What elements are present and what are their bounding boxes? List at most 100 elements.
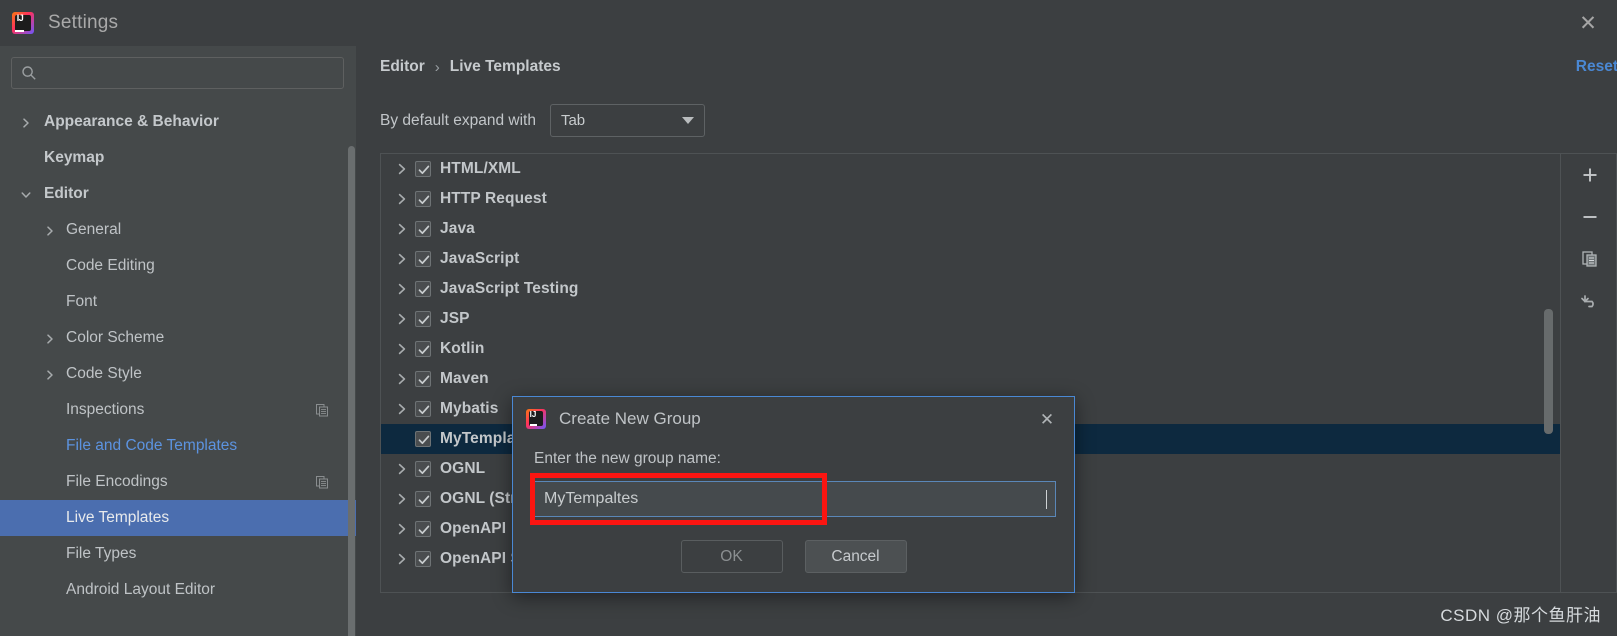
search-input[interactable]	[37, 65, 343, 81]
tree-row-html-xml[interactable]: HTML/XML	[381, 154, 1560, 184]
tree-row-checkbox[interactable]	[415, 461, 431, 477]
chevron-right-icon[interactable]	[395, 252, 409, 266]
sidebar-item-live-templates[interactable]: Live Templates	[0, 500, 356, 536]
group-name-field[interactable]	[534, 481, 1056, 517]
sidebar-item-file-and-code-templates[interactable]: File and Code Templates	[0, 428, 356, 464]
breadcrumb-parent[interactable]: Editor	[380, 58, 425, 76]
tree-row-java[interactable]: Java	[381, 214, 1560, 244]
tree-row-checkbox[interactable]	[415, 401, 431, 417]
tree-row-checkbox[interactable]	[415, 341, 431, 357]
copy-settings-icon[interactable]	[315, 403, 329, 417]
create-new-group-dialog: IJ Create New Group ✕ Enter the new grou…	[512, 396, 1075, 593]
tree-row-checkbox[interactable]	[415, 251, 431, 267]
tree-row-http-request[interactable]: HTTP Request	[381, 184, 1560, 214]
tree-row-checkbox[interactable]	[415, 371, 431, 387]
sidebar-item-inspections[interactable]: Inspections	[0, 392, 356, 428]
tree-row-checkbox[interactable]	[415, 281, 431, 297]
sidebar-item-keymap[interactable]: Keymap	[0, 140, 356, 176]
check-icon	[418, 225, 430, 235]
tree-row-checkbox[interactable]	[415, 221, 431, 237]
sidebar-item-general[interactable]: General	[0, 212, 356, 248]
chevron-right-icon[interactable]	[44, 224, 56, 236]
chevron-right-icon[interactable]	[395, 462, 409, 476]
chevron-right-icon[interactable]	[395, 522, 409, 536]
tree-row-checkbox[interactable]	[415, 521, 431, 537]
text-caret	[1046, 489, 1047, 509]
sidebar-item-android-layout-editor[interactable]: Android Layout Editor	[0, 572, 356, 608]
chevron-right-icon[interactable]	[395, 282, 409, 296]
revert-button[interactable]	[1561, 280, 1617, 322]
check-icon	[418, 315, 430, 325]
tree-row-checkbox[interactable]	[415, 191, 431, 207]
chevron-right-icon[interactable]	[44, 368, 56, 380]
check-icon	[418, 555, 430, 565]
expand-with-row: By default expand with Tab	[380, 104, 705, 137]
sidebar-item-label: File Types	[66, 545, 137, 562]
tree-row-checkbox[interactable]	[415, 311, 431, 327]
add-button[interactable]	[1561, 154, 1617, 196]
chevron-right-icon[interactable]	[395, 312, 409, 326]
chevron-right-icon[interactable]	[395, 552, 409, 566]
tree-row-javascript[interactable]: JavaScript	[381, 244, 1560, 274]
chevron-right-icon[interactable]	[395, 162, 409, 176]
tree-toolbar	[1560, 153, 1617, 593]
chevron-right-icon	[47, 370, 53, 380]
ok-button[interactable]: OK	[680, 540, 783, 573]
group-name-input[interactable]	[535, 490, 1046, 508]
chevron-right-icon[interactable]	[395, 192, 409, 206]
close-icon[interactable]: ✕	[1573, 8, 1603, 38]
sidebar-item-editor[interactable]: Editor	[0, 176, 356, 212]
tree-row-javascript-testing[interactable]: JavaScript Testing	[381, 274, 1560, 304]
tree-scrollbar[interactable]	[1544, 309, 1553, 434]
tree-row-checkbox[interactable]	[415, 161, 431, 177]
sidebar-scrollbar[interactable]	[348, 146, 355, 636]
dialog-close-icon[interactable]: ✕	[1036, 409, 1058, 431]
expand-with-select[interactable]: Tab	[549, 104, 705, 137]
chevron-right-icon[interactable]	[395, 402, 409, 416]
chevron-right-icon[interactable]	[395, 342, 409, 356]
tree-row-checkbox[interactable]	[415, 551, 431, 567]
sidebar-item-code-style[interactable]: Code Style	[0, 356, 356, 392]
sidebar-item-label: Editor	[44, 185, 89, 202]
search-icon	[21, 65, 37, 81]
sidebar-item-font[interactable]: Font	[0, 284, 356, 320]
title-bar: IJ Settings ✕	[0, 0, 1617, 46]
chevron-right-icon[interactable]	[395, 222, 409, 236]
watermark: CSDN @那个鱼肝油	[1440, 606, 1601, 625]
tree-row-checkbox[interactable]	[415, 431, 431, 447]
remove-button[interactable]	[1561, 196, 1617, 238]
tree-row-checkbox[interactable]	[415, 491, 431, 507]
chevron-down-icon[interactable]	[20, 188, 32, 200]
sidebar-item-code-editing[interactable]: Code Editing	[0, 248, 356, 284]
check-icon	[418, 285, 430, 295]
search-box[interactable]	[11, 57, 344, 89]
check-icon	[418, 495, 430, 505]
sidebar-item-file-types[interactable]: File Types	[0, 536, 356, 572]
sidebar-item-label: Code Style	[66, 365, 142, 382]
tree-row-jsp[interactable]: JSP	[381, 304, 1560, 334]
tree-row-kotlin[interactable]: Kotlin	[381, 334, 1560, 364]
chevron-right-icon[interactable]	[395, 492, 409, 506]
tree-row-label: JavaScript	[440, 250, 520, 267]
sidebar-item-color-scheme[interactable]: Color Scheme	[0, 320, 356, 356]
tree-row-label: HTTP Request	[440, 190, 547, 207]
duplicate-button[interactable]	[1561, 238, 1617, 280]
cancel-button[interactable]: Cancel	[804, 540, 907, 573]
sidebar-item-label: Live Templates	[66, 509, 170, 526]
chevron-right-icon[interactable]	[20, 116, 32, 128]
sidebar-item-appearance-behavior[interactable]: Appearance & Behavior	[0, 104, 356, 140]
check-icon	[418, 255, 430, 265]
expand-with-label: By default expand with	[380, 111, 536, 129]
copy-settings-icon[interactable]	[315, 475, 329, 489]
chevron-right-icon	[47, 334, 53, 344]
chevron-right-icon[interactable]	[395, 372, 409, 386]
check-icon	[418, 375, 430, 385]
sidebar-item-file-encodings[interactable]: File Encodings	[0, 464, 356, 500]
window-title: Settings	[48, 12, 119, 33]
reset-link[interactable]: Reset	[1576, 58, 1617, 76]
intellij-logo-icon: IJ	[526, 409, 546, 429]
tree-row-maven[interactable]: Maven	[381, 364, 1560, 394]
logo-text: IJ	[16, 13, 24, 23]
tree-row-label: Maven	[440, 370, 489, 387]
chevron-right-icon[interactable]	[44, 332, 56, 344]
